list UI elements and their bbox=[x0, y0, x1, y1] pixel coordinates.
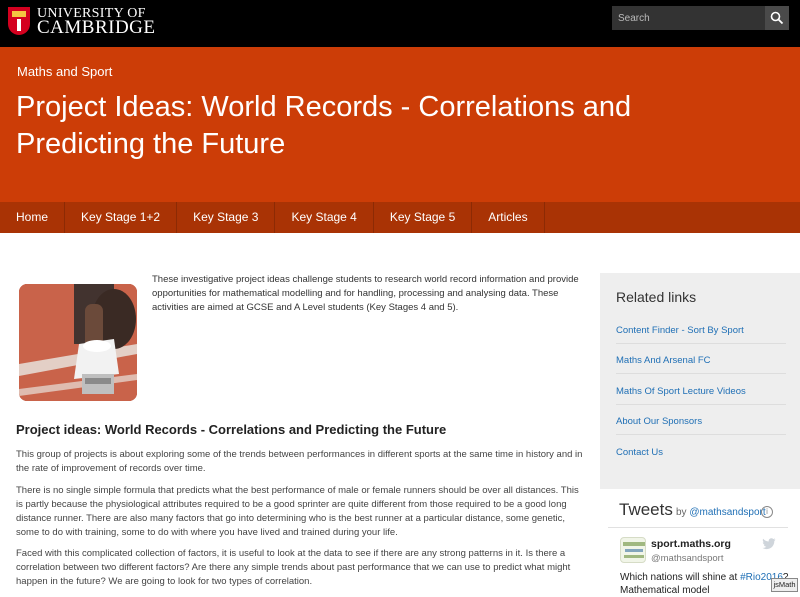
sprinter-illustration bbox=[19, 284, 137, 401]
main-nav: Home Key Stage 1+2 Key Stage 3 Key Stage… bbox=[0, 202, 800, 233]
tweets-by-label: by bbox=[676, 507, 687, 518]
divider bbox=[616, 373, 786, 374]
nav-item-key-stage-4[interactable]: Key Stage 4 bbox=[275, 202, 374, 233]
tweet-text-start: Which nations will shine at bbox=[620, 572, 738, 583]
page-title: Project Ideas: World Records - Correlati… bbox=[16, 91, 632, 160]
related-link-sponsors[interactable]: About Our Sponsors bbox=[616, 416, 702, 427]
paragraph-2: There is no single simple formula that p… bbox=[16, 485, 579, 538]
info-icon[interactable]: i bbox=[761, 506, 773, 518]
divider bbox=[616, 434, 786, 435]
related-link-contact-us[interactable]: Contact Us bbox=[616, 447, 663, 458]
nav-item-key-stage-3[interactable]: Key Stage 3 bbox=[177, 202, 276, 233]
hero-banner: Maths and Sport Project Ideas: World Rec… bbox=[0, 47, 800, 202]
related-links-panel: Related links Content Finder - Sort By S… bbox=[600, 273, 800, 489]
tweet-text: Which nations will shine at #Rio2016? Ma… bbox=[620, 571, 790, 597]
crest-icon bbox=[8, 7, 30, 35]
nav-item-key-stage-1-2[interactable]: Key Stage 1+2 bbox=[65, 202, 178, 233]
jsmath-button[interactable]: jsMath bbox=[771, 578, 798, 592]
university-logo[interactable]: UNIVERSITY OF CAMBRIDGE bbox=[8, 5, 156, 37]
tweets-title: Tweets bbox=[619, 500, 673, 519]
section-name[interactable]: Maths and Sport bbox=[17, 64, 112, 79]
main-content: These investigative project ideas challe… bbox=[0, 233, 600, 594]
related-link-maths-and-arsenal[interactable]: Maths And Arsenal FC bbox=[616, 355, 711, 366]
divider bbox=[616, 343, 786, 344]
nav-item-home[interactable]: Home bbox=[0, 202, 66, 233]
related-link-content-finder[interactable]: Content Finder - Sort By Sport bbox=[616, 325, 744, 336]
logo-text: UNIVERSITY OF CAMBRIDGE bbox=[37, 7, 156, 38]
search-input[interactable] bbox=[612, 6, 765, 30]
paragraph-1: This group of projects is about explorin… bbox=[16, 449, 583, 474]
tweet-author-handle[interactable]: @mathsandsport bbox=[651, 553, 723, 564]
top-bar: UNIVERSITY OF CAMBRIDGE bbox=[0, 0, 800, 47]
twitter-bird-icon[interactable] bbox=[762, 538, 776, 550]
article-title: Project ideas: World Records - Correlati… bbox=[16, 422, 447, 437]
tweet-author-name[interactable]: sport.maths.org bbox=[651, 538, 731, 550]
avatar-logo-icon bbox=[623, 542, 645, 558]
divider bbox=[616, 404, 786, 405]
sprinter-starting-blocks-image bbox=[19, 284, 137, 401]
search-button[interactable] bbox=[765, 6, 789, 30]
related-links-title: Related links bbox=[616, 289, 697, 305]
search-box bbox=[612, 6, 789, 30]
related-link-lecture-videos[interactable]: Maths Of Sport Lecture Videos bbox=[616, 386, 746, 397]
nav-item-articles[interactable]: Articles bbox=[472, 202, 545, 233]
logo-line-2: CAMBRIDGE bbox=[37, 17, 156, 38]
divider bbox=[608, 527, 788, 528]
paragraph-3: Faced with this complicated collection o… bbox=[16, 548, 571, 587]
tweets-by: by @mathsandsport bbox=[676, 507, 766, 518]
nav-item-key-stage-5[interactable]: Key Stage 5 bbox=[374, 202, 473, 233]
search-icon bbox=[770, 11, 784, 25]
avatar[interactable] bbox=[620, 537, 646, 563]
tweets-handle-link[interactable]: @mathsandsport bbox=[689, 507, 765, 518]
intro-text: These investigative project ideas challe… bbox=[152, 274, 579, 313]
